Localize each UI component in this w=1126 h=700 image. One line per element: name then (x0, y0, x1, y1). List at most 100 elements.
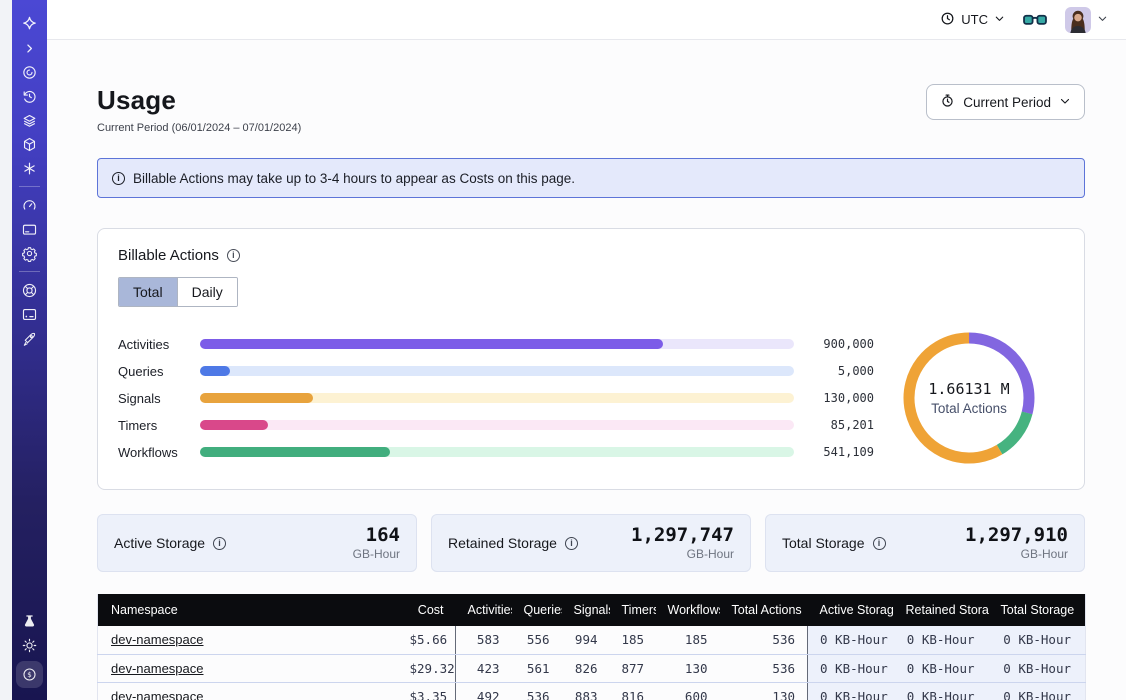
theme-sun-icon[interactable] (17, 633, 43, 657)
period-select-button[interactable]: Current Period (926, 84, 1085, 120)
table-cell: 0 KB-Hour (808, 626, 894, 654)
bar-fill (200, 447, 390, 457)
tab-daily[interactable]: Daily (177, 278, 237, 306)
table-cell: 600 (656, 682, 720, 700)
namespace-cell: dev-namespace (98, 654, 398, 682)
column-header: Workflows (656, 594, 720, 626)
info-banner-text: Billable Actions may take up to 3-4 hour… (133, 171, 575, 186)
table-cell: 556 (512, 626, 562, 654)
table-cell: $3.35 (398, 682, 456, 700)
active-storage-label: Active Storage (114, 535, 205, 551)
orange-segment (894, 323, 1044, 473)
info-icon[interactable]: i (873, 537, 886, 550)
bar-fill (200, 366, 230, 376)
bar-track (200, 393, 794, 403)
billing-card-icon[interactable] (17, 217, 43, 241)
info-icon[interactable]: i (213, 537, 226, 550)
total-storage-value: 1,297,910 (965, 525, 1068, 546)
table-cell: $5.66 (398, 626, 456, 654)
table-cell: 0 KB-Hour (989, 626, 1086, 654)
bar-row-activities: Activities900,000 (118, 331, 874, 358)
retained-storage-value: 1,297,747 (631, 525, 734, 546)
table-row: dev-namespace$3.354925368838166001300 KB… (98, 682, 1086, 700)
chevron-down-icon (1097, 11, 1108, 29)
stopwatch-icon (940, 93, 955, 111)
table-cell: 536 (512, 682, 562, 700)
bar-value: 85,201 (808, 418, 874, 432)
usage-dollar-icon[interactable]: $ (16, 661, 43, 688)
table-row: dev-namespace$5.665835569941851855360 KB… (98, 626, 1086, 654)
column-header: Total Storage (989, 594, 1086, 626)
labs-flask-icon[interactable] (17, 609, 43, 633)
bar-fill (200, 393, 313, 403)
sidebar-divider (19, 271, 40, 272)
donut-chart: 1.66131 M Total Actions (874, 323, 1064, 473)
active-storage-value: 164 (353, 525, 400, 546)
table-header-row: NamespaceCostActivitiesQueriesSignalsTim… (98, 594, 1086, 626)
storage-summary-row: Active Storage i 164 GB-Hour Retained St… (97, 514, 1085, 572)
column-header: Retained Storage (894, 594, 989, 626)
account-menu[interactable] (1065, 7, 1108, 33)
donut-chart-svg (894, 323, 1044, 473)
namespaces-icon[interactable] (17, 60, 43, 84)
retained-storage-label: Retained Storage (448, 535, 557, 551)
namespace-cell: dev-namespace (98, 626, 398, 654)
info-banner: i Billable Actions may take up to 3-4 ho… (97, 158, 1085, 198)
column-header: Timers (610, 594, 656, 626)
billable-actions-title: Billable Actions (118, 247, 219, 264)
getting-started-rocket-icon[interactable] (17, 326, 43, 350)
temporal-logo-icon[interactable] (17, 12, 43, 36)
metrics-gauge-icon[interactable] (17, 193, 43, 217)
deployments-cube-icon[interactable] (17, 132, 43, 156)
namespace-usage-table: NamespaceCostActivitiesQueriesSignalsTim… (97, 594, 1085, 700)
chevron-expand-icon[interactable] (17, 36, 43, 60)
namespace-cell: dev-namespace (98, 682, 398, 700)
table-cell: 0 KB-Hour (894, 654, 989, 682)
bar-track (200, 366, 794, 376)
column-header: Signals (562, 594, 610, 626)
timezone-dropdown[interactable]: UTC (940, 11, 1005, 29)
column-header: Total Actions (720, 594, 808, 626)
sidebar-divider (19, 186, 40, 187)
tab-total[interactable]: Total (119, 278, 177, 306)
table-body: dev-namespace$5.665835569941851855360 KB… (98, 626, 1086, 700)
info-icon[interactable]: i (565, 537, 578, 550)
cli-terminal-icon[interactable] (17, 302, 43, 326)
table-cell: 583 (456, 626, 512, 654)
billable-bar-chart: Activities900,000Queries5,000Signals130,… (118, 331, 874, 466)
schedules-icon[interactable] (17, 84, 43, 108)
layers-icon[interactable] (17, 108, 43, 132)
page-subtitle: Current Period (06/01/2024 – 07/01/2024) (97, 122, 301, 134)
table-cell: 826 (562, 654, 610, 682)
table-cell: 0 KB-Hour (894, 682, 989, 700)
table-cell: 423 (456, 654, 512, 682)
bar-value: 130,000 (808, 391, 874, 405)
table-cell: 561 (512, 654, 562, 682)
page-title: Usage (97, 84, 301, 116)
bar-row-timers: Timers85,201 (118, 412, 874, 439)
info-icon[interactable]: i (227, 249, 240, 262)
namespace-link[interactable]: dev-namespace (111, 661, 204, 676)
active-storage-unit: GB-Hour (353, 547, 400, 561)
topbar: UTC (47, 0, 1126, 40)
nexus-asterisk-icon[interactable] (17, 156, 43, 180)
settings-gear-icon[interactable] (17, 241, 43, 265)
support-lifebuoy-icon[interactable] (17, 278, 43, 302)
timezone-label: UTC (961, 12, 988, 27)
bar-track (200, 447, 794, 457)
table-cell: $29.32 (398, 654, 456, 682)
bar-fill (200, 339, 663, 349)
table-row: dev-namespace$29.324235618268771305360 K… (98, 654, 1086, 682)
bar-value: 5,000 (808, 364, 874, 378)
bar-value: 900,000 (808, 337, 874, 351)
namespace-link[interactable]: dev-namespace (111, 632, 204, 647)
bar-fill (200, 420, 268, 430)
table-cell: 0 KB-Hour (894, 626, 989, 654)
user-avatar[interactable] (1065, 7, 1091, 33)
svg-text:$: $ (27, 670, 32, 679)
table-cell: 185 (656, 626, 720, 654)
column-header: Queries (512, 594, 562, 626)
active-storage-card: Active Storage i 164 GB-Hour (97, 514, 417, 572)
feedback-glasses-icon[interactable] (1023, 12, 1047, 28)
namespace-link[interactable]: dev-namespace (111, 689, 204, 700)
